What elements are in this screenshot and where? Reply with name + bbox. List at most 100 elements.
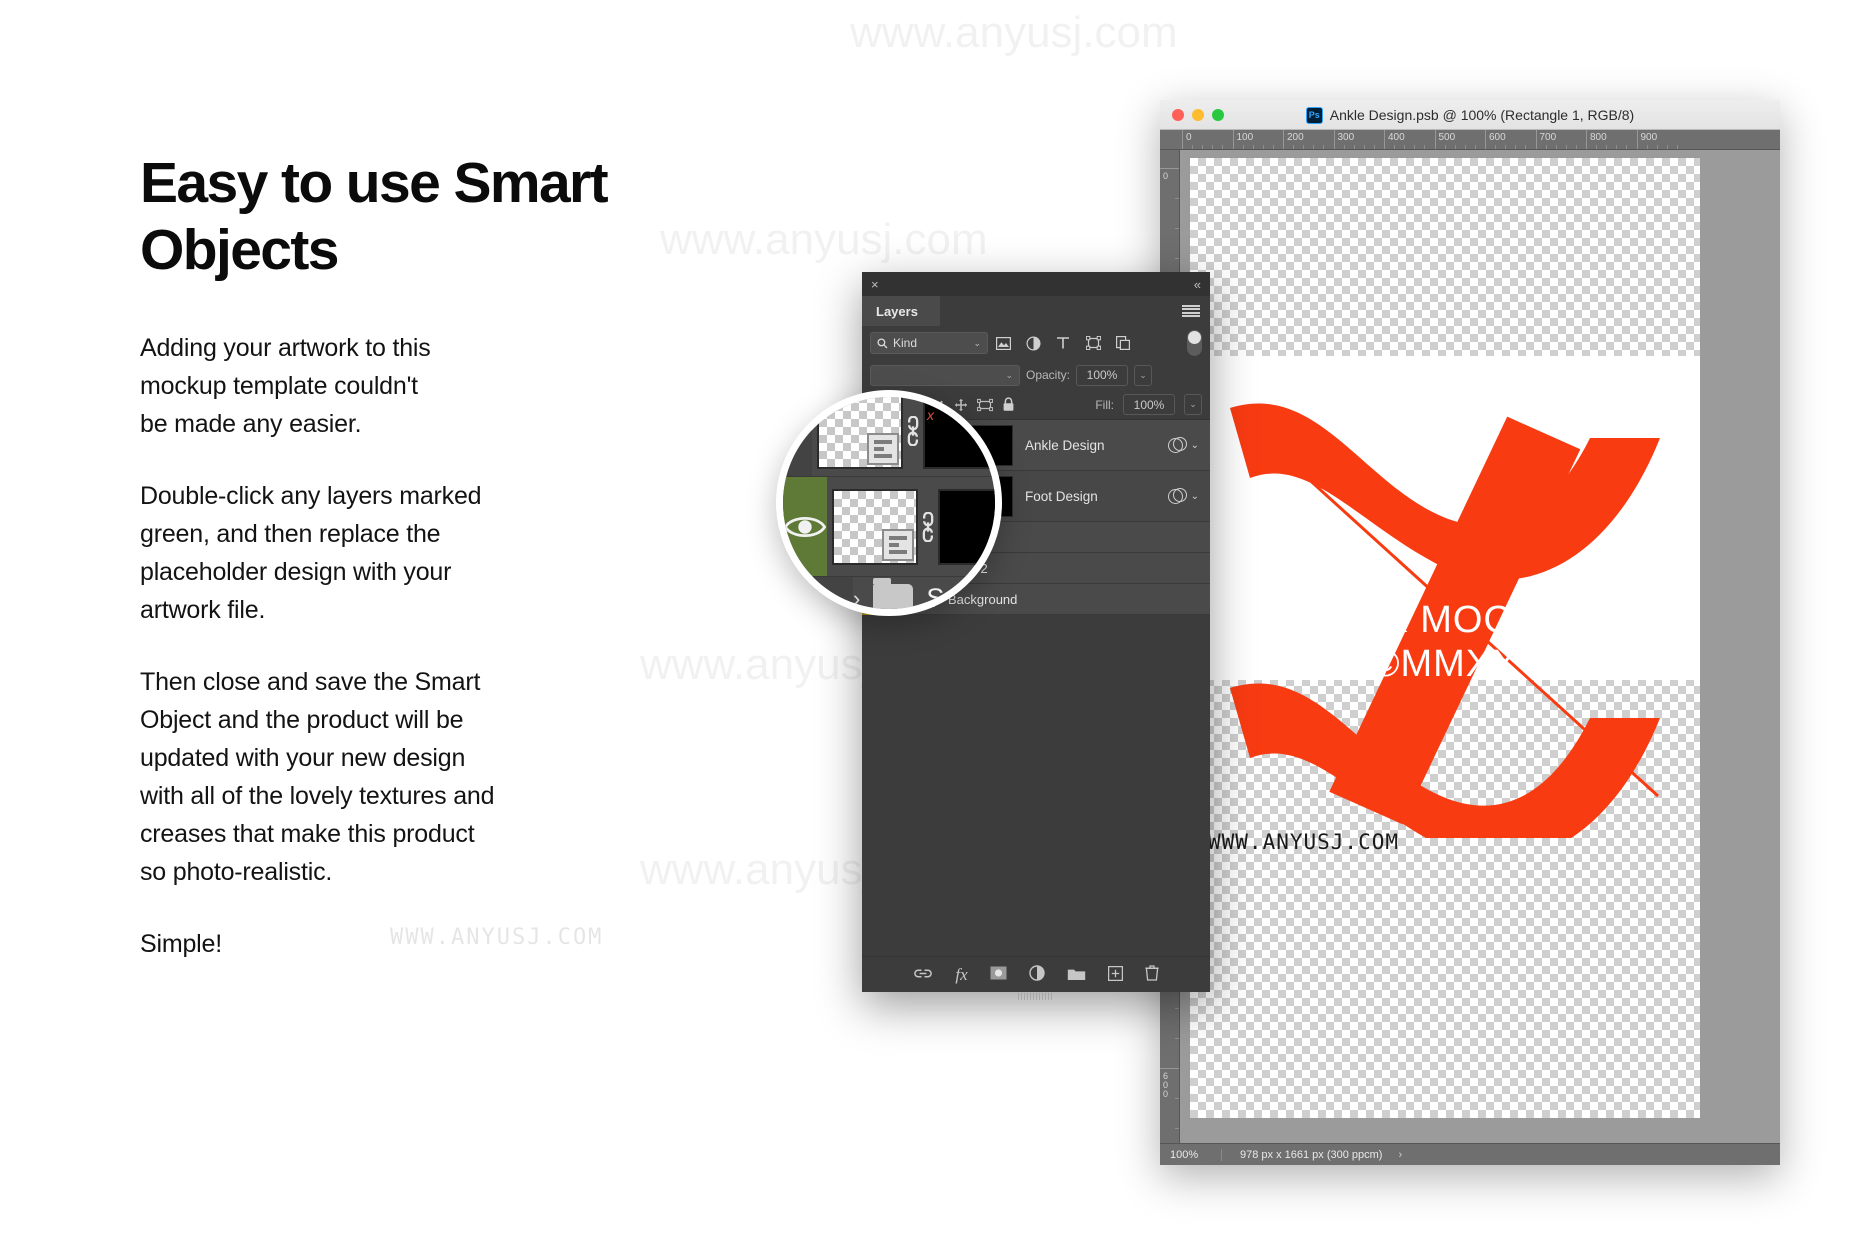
tab-layers[interactable]: Layers: [862, 296, 940, 326]
layer-name[interactable]: Ankle Design: [1025, 438, 1168, 453]
panel-tabs: Layers: [862, 296, 1210, 326]
chevron-down-icon[interactable]: ⌄: [1191, 440, 1199, 451]
horizontal-ruler[interactable]: 0 100 200 300 400 500 600 700 800 900: [1160, 130, 1780, 150]
ruler-label: 800: [1590, 132, 1607, 143]
chevron-down-icon[interactable]: ⌄: [1005, 370, 1013, 381]
magnified-layer-thumbnail: x: [817, 397, 934, 469]
smart-object-badge-icon: [867, 432, 899, 465]
ruler-tick: [1485, 130, 1486, 149]
magnified-row-ankle: x: [783, 397, 995, 477]
chevron-down-icon[interactable]: ⌄: [973, 338, 981, 349]
layers-panel[interactable]: × « Layers Kind ⌄ ⌄ Opacity: 100% ⌄ Fill…: [862, 272, 1210, 1000]
magnified-layer-thumbnail: [832, 488, 918, 565]
add-mask-icon[interactable]: [990, 966, 1007, 983]
layer-row-actions[interactable]: ⌄: [1167, 437, 1210, 453]
document-status-bar: 100% 978 px x 1661 px (300 ppcm) ›: [1160, 1143, 1780, 1165]
shape-filter-icon[interactable]: [1078, 331, 1108, 355]
filter-enable-toggle[interactable]: [1187, 330, 1202, 356]
promo-copy: Easy to use Smart Objects Adding your ar…: [140, 150, 640, 963]
ruler-tick: [1434, 130, 1436, 149]
ruler-tick: [1535, 130, 1537, 149]
opacity-input[interactable]: 100%: [1076, 364, 1129, 386]
tab-layers-label: Layers: [876, 303, 918, 319]
ruler-tick: [1283, 130, 1284, 149]
photoshop-document-window[interactable]: Ps Ankle Design.psb @ 100% (Rectangle 1,…: [1160, 100, 1780, 1165]
page-title: Easy to use Smart Objects: [140, 151, 609, 282]
collapse-panel-icon[interactable]: «: [1194, 277, 1201, 292]
ruler-tick: [1160, 1068, 1179, 1069]
watermark-top: www.anyusj.com: [850, 8, 1178, 57]
blend-mode-select[interactable]: ⌄: [870, 364, 1020, 386]
opacity-label: Opacity:: [1026, 368, 1071, 382]
ruler-tick: [1384, 130, 1385, 149]
ruler-label: 700: [1539, 132, 1557, 143]
panel-resize-grip[interactable]: [1018, 993, 1054, 1000]
document-title: Ankle Design.psb @ 100% (Rectangle 1, RG…: [1329, 107, 1635, 123]
promo-slide: www.anyusj.com www.anyusj.com www.anyusj…: [0, 0, 1856, 1235]
type-filter-icon[interactable]: [1048, 331, 1078, 355]
document-dimensions: 978 px x 1661 px (300 ppcm): [1240, 1148, 1383, 1161]
magnified-visibility-cell: [783, 577, 853, 609]
adjustment-layer-icon[interactable]: [1028, 965, 1045, 984]
ruler-label: 600: [1489, 132, 1506, 143]
ruler-tick: [1232, 130, 1234, 149]
filter-kind-select[interactable]: Kind ⌄: [870, 332, 988, 354]
magnified-mask-thumbnail: [938, 488, 995, 565]
chevron-down-icon[interactable]: ⌄: [1191, 491, 1199, 502]
link-layers-icon[interactable]: [913, 967, 933, 983]
window-titlebar[interactable]: Ps Ankle Design.psb @ 100% (Rectangle 1,…: [1160, 100, 1780, 130]
blend-options-icon[interactable]: [1167, 488, 1187, 504]
watermark-panel: www.anyusj.com: [660, 215, 988, 264]
transform-marker-icon: x: [927, 406, 934, 423]
photoshop-icon: Ps: [1305, 106, 1323, 124]
delete-layer-icon[interactable]: [1145, 965, 1159, 984]
fill-label: Fill:: [1095, 397, 1114, 412]
magnified-layers-view: x › Sock: [783, 397, 995, 611]
layer-name[interactable]: Foot Design: [1025, 489, 1168, 504]
opacity-chevron-down-icon[interactable]: ⌄: [1134, 364, 1153, 386]
adjustment-filter-icon[interactable]: [1018, 331, 1048, 355]
ruler-label: 6 0 0: [1163, 1071, 1169, 1099]
ruler-tick: [1160, 168, 1179, 169]
ruler-tick: [1586, 130, 1587, 149]
ruler-label: 200: [1287, 132, 1304, 143]
eye-icon: [783, 516, 827, 537]
new-layer-icon[interactable]: [1107, 965, 1123, 984]
layer-style-fx-icon[interactable]: fx: [955, 965, 967, 985]
status-expander-icon[interactable]: ›: [1382, 1149, 1402, 1161]
fill-input[interactable]: 100%: [1123, 394, 1175, 415]
zoom-level[interactable]: 100%: [1160, 1148, 1222, 1161]
ruler-tick: [1182, 130, 1183, 149]
magnified-visibility-cell: [783, 477, 827, 576]
panel-menu-icon[interactable]: [1182, 304, 1200, 318]
ruler-label: 900: [1640, 132, 1658, 143]
blend-options-icon[interactable]: [1167, 437, 1187, 453]
layers-panel-toolbar[interactable]: fx: [862, 956, 1210, 1000]
smartobject-filter-icon[interactable]: [1108, 331, 1138, 355]
window-title-group: Ps Ankle Design.psb @ 100% (Rectangle 1,…: [1160, 100, 1780, 130]
smart-object-badge-icon: [882, 528, 914, 561]
ruler-label: 300: [1337, 132, 1355, 143]
promo-paragraph-1: Adding your artwork to this mockup templ…: [140, 334, 431, 439]
folder-icon: [873, 577, 914, 609]
promo-paragraph-4: Simple!: [140, 930, 222, 959]
blend-mode-row: ⌄ Opacity: 100% ⌄: [862, 360, 1210, 390]
close-icon[interactable]: ×: [871, 278, 879, 291]
ruler-tick: [1333, 130, 1335, 149]
ruler-tick: [1636, 130, 1638, 149]
pixel-filter-icon[interactable]: [988, 331, 1018, 355]
artboard[interactable]: SOCK MOCKUP ©MMXX WWW.ANYUSJ.COM: [1190, 158, 1700, 1118]
fill-chevron-down-icon[interactable]: ⌄: [1184, 394, 1202, 415]
magnified-row-foot: [783, 477, 995, 577]
magnified-mask-thumbnail: [923, 397, 995, 469]
magnified-visibility-cell: [783, 397, 812, 476]
filter-kind-label: Kind: [893, 336, 918, 350]
new-group-icon[interactable]: [1067, 966, 1086, 984]
group-disclosure-icon: ›: [853, 585, 861, 611]
document-canvas[interactable]: SOCK MOCKUP ©MMXX WWW.ANYUSJ.COM: [1180, 150, 1780, 1165]
eye-icon: [798, 597, 838, 609]
ruler-label: 500: [1438, 132, 1456, 143]
ruler-label: 400: [1388, 132, 1405, 143]
all-lock-icon[interactable]: [1002, 397, 1015, 412]
layer-row-actions[interactable]: ⌄: [1167, 488, 1210, 504]
